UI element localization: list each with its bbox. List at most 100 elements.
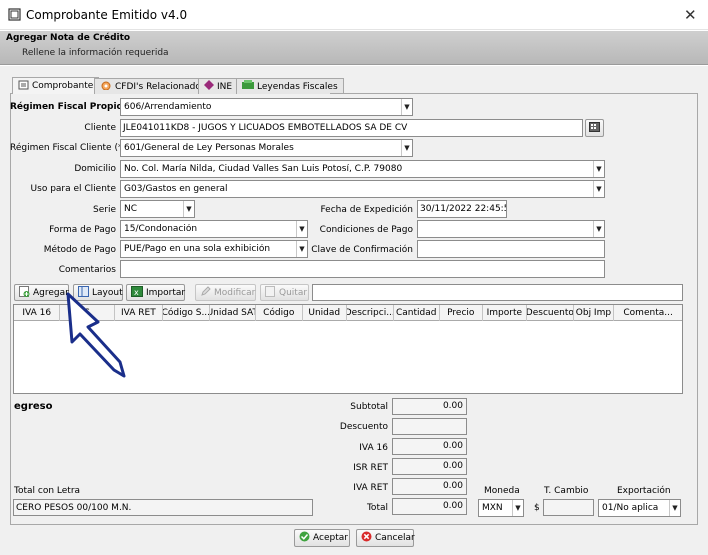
close-icon[interactable]: ✕ [684,6,697,24]
total-label: Total [366,503,388,513]
cliente-label: Cliente [84,123,116,133]
column-header[interactable]: Unidad [303,305,348,321]
column-header[interactable]: Obj Imp [574,305,615,321]
column-header[interactable]: Descripci... [347,305,394,321]
cancelar-label: Cancelar [375,533,415,543]
regimen-propio-label: Régimen Fiscal Propio (*) [10,102,139,112]
exportacion-select[interactable]: 01/No aplica ▼ [598,499,681,517]
tab-label: INE [217,81,233,92]
uso-select[interactable]: G03/Gastos en general ▼ [120,180,605,198]
modificar-button[interactable]: Modificar [195,284,256,301]
column-header[interactable]: Unidad SAT [210,305,257,321]
aceptar-button[interactable]: Aceptar [294,529,350,547]
annotation-arrow [58,292,148,378]
chevron-down-icon: ▼ [183,201,194,217]
metodo-pago-value: PUE/Pago en una sola exhibición [124,244,271,254]
grid-search-input[interactable] [312,284,683,301]
moneda-select[interactable]: MXN ▼ [478,499,524,517]
tcambio-label: T. Cambio [544,486,589,496]
column-header[interactable]: Comenta... [614,305,682,321]
diamond-icon [204,80,214,93]
chevron-down-icon: ▼ [593,161,604,177]
column-header[interactable]: Código S... [163,305,210,321]
column-header[interactable]: IVA 16 [14,305,61,321]
column-header[interactable]: Importe [483,305,528,321]
regimen-propio-value: 606/Arrendamiento [124,102,212,112]
cancel-icon [361,531,372,545]
uso-label: Uso para el Cliente [30,184,116,194]
exportacion-label: Exportación [617,486,671,496]
edit-icon [200,285,211,300]
fecha-label: Fecha de Expedición [320,205,414,215]
modificar-label: Modificar [214,287,256,298]
check-icon [299,531,310,545]
column-header[interactable]: Código [256,305,303,321]
iva-ret-label: IVA RET [353,483,388,493]
regimen-cliente-label: Régimen Fiscal Cliente (*) [10,143,126,153]
domicilio-label: Domicilio [74,164,116,174]
calculator-icon [589,121,600,135]
regimen-cliente-select[interactable]: 601/General de Ley Personas Morales ▼ [120,139,413,157]
forma-pago-value: 15/Condonación [124,224,198,234]
iva16-value: 0.00 [392,438,467,455]
regimen-cliente-value: 601/General de Ley Personas Morales [124,143,294,153]
chevron-down-icon: ▼ [593,221,604,237]
legend-icon [242,80,254,93]
chevron-down-icon: ▼ [512,500,523,516]
isr-ret-label: ISR RET [353,463,388,473]
aceptar-label: Aceptar [313,533,348,543]
descuento-label: Descuento [339,422,388,432]
dialog-subtitle: Rellene la información requerida [22,48,169,58]
window-icon [8,8,21,21]
fecha-field[interactable]: 30/11/2022 22:45:55 [417,200,507,218]
quitar-button[interactable]: Quitar [260,284,309,301]
metodo-pago-label: Método de Pago [43,245,116,255]
chevron-down-icon: ▼ [669,500,680,516]
tab-ine[interactable]: INE [198,78,239,94]
comentarios-label: Comentarios [58,265,116,275]
tab-label: CFDI's Relacionados [115,81,206,92]
importar-label: Importar [146,287,186,298]
clave-label: Clave de Confirmación [311,245,413,255]
tcambio-symbol: $ [534,503,540,513]
add-icon [19,285,30,300]
domicilio-select[interactable]: No. Col. María Nilda, Ciudad Valles San … [120,160,605,178]
isr-ret-value: 0.00 [392,458,467,475]
column-header[interactable]: Cantidad [394,305,440,321]
condiciones-label: Condiciones de Pago [319,225,413,235]
iva-ret-value: 0.00 [392,478,467,495]
remove-icon [265,285,276,300]
tcambio-field[interactable] [543,499,594,516]
serie-select[interactable]: NC ▼ [120,200,195,218]
tab-leyendas-fiscales[interactable]: Leyendas Fiscales [236,78,344,94]
column-header[interactable]: Precio [440,305,483,321]
moneda-value: MXN [482,503,503,513]
cancelar-button[interactable]: Cancelar [356,529,415,547]
quitar-label: Quitar [279,287,308,298]
dialog-title: Agregar Nota de Crédito [6,33,131,43]
domicilio-value: No. Col. María Nilda, Ciudad Valles San … [124,164,403,174]
cliente-field[interactable]: JLE041011KD8 - JUGOS Y LICUADOS EMBOTELL… [120,119,583,137]
document-icon [18,80,29,93]
regimen-propio-select[interactable]: 606/Arrendamiento ▼ [120,98,413,116]
total-letra-field: CERO PESOS 00/100 M.N. [13,499,313,516]
serie-value: NC [124,204,138,214]
descuento-value [392,418,467,435]
column-header[interactable]: Descuento [527,305,574,321]
relation-icon [100,80,112,93]
clave-field[interactable] [417,240,605,258]
condiciones-select[interactable]: ▼ [417,220,605,238]
comentarios-field[interactable] [120,260,605,278]
chevron-down-icon: ▼ [401,140,412,156]
tab-cfdi-relacionados[interactable]: CFDI's Relacionados [94,78,212,94]
forma-pago-select[interactable]: 15/Condonación ▼ [120,220,308,238]
total-letra-label: Total con Letra [14,486,81,496]
uso-value: G03/Gastos en general [124,184,228,194]
chevron-down-icon: ▼ [401,99,412,115]
metodo-pago-select[interactable]: PUE/Pago en una sola exhibición ▼ [120,240,308,258]
forma-pago-label: Forma de Pago [49,225,116,235]
tab-comprobante[interactable]: Comprobante [12,77,100,94]
tab-label: Comprobante [32,81,94,91]
cliente-lookup-button[interactable] [585,119,604,137]
comprobante-tipo: egreso [14,401,53,412]
